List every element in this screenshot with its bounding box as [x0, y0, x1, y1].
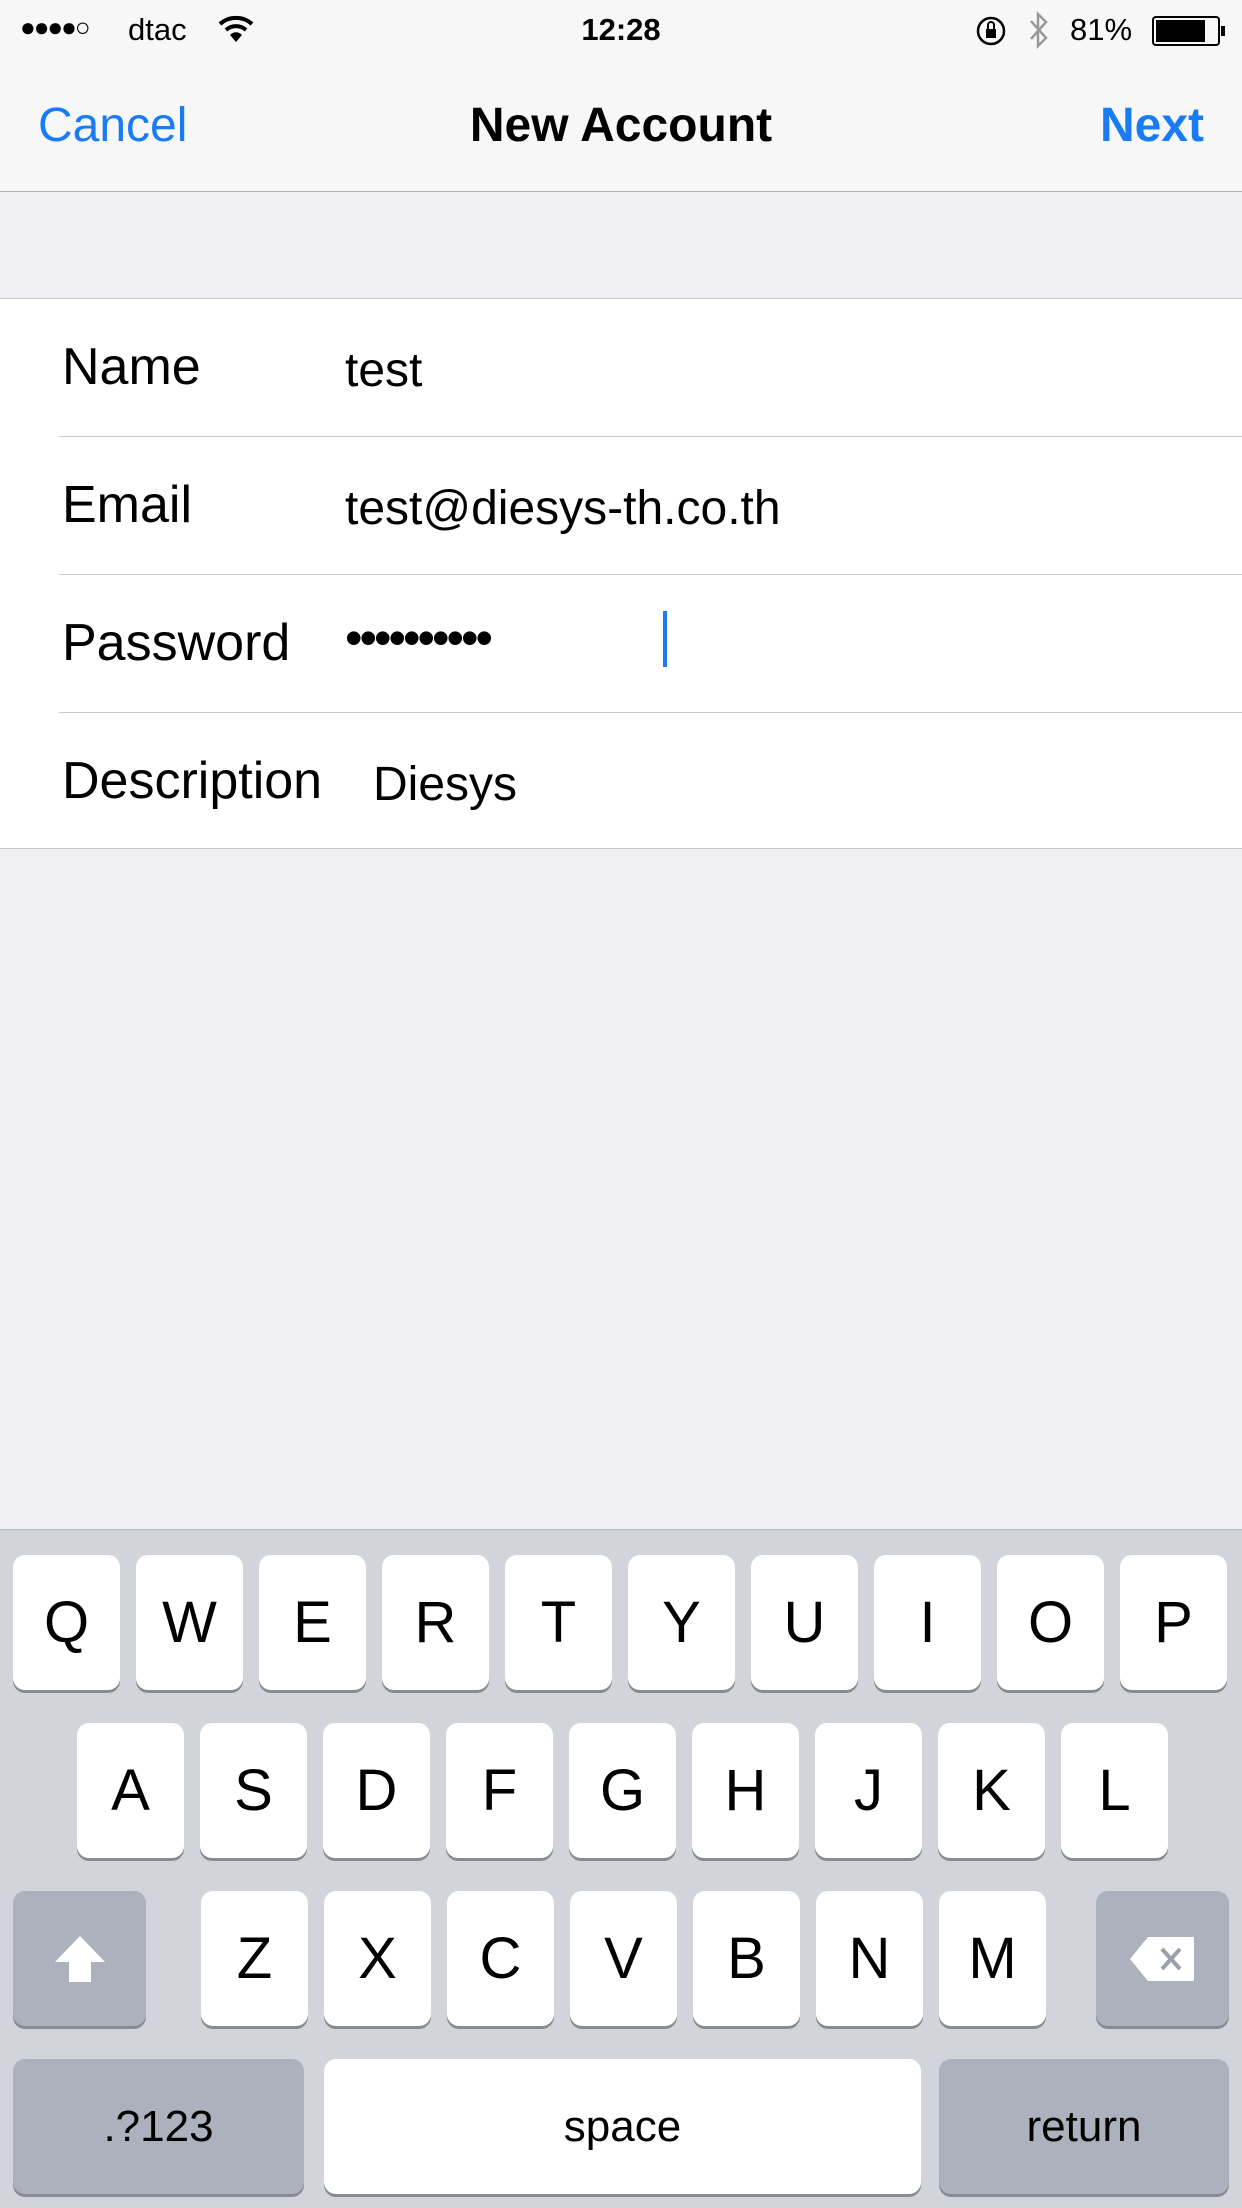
key-z[interactable]: Z — [201, 1891, 308, 2026]
email-label: Email — [62, 476, 193, 534]
shift-arrow-icon — [54, 1935, 105, 1982]
text-cursor — [663, 611, 667, 667]
key-f[interactable]: F — [446, 1723, 553, 1858]
next-button[interactable]: Next — [1100, 98, 1204, 153]
key-x[interactable]: X — [324, 1891, 431, 2026]
name-field[interactable]: test — [345, 343, 422, 398]
delete-key[interactable] — [1096, 1891, 1229, 2026]
keyboard: .?123 space return QWERTYUIOP ASDFGHJKL ZX… — [0, 1529, 1242, 2208]
name-row: Name test — [0, 299, 1242, 437]
key-d[interactable]: D — [323, 1723, 430, 1858]
return-key[interactable]: return — [939, 2059, 1229, 2194]
space-key[interactable]: space — [324, 2059, 921, 2194]
key-b[interactable]: B — [693, 1891, 800, 2026]
key-y[interactable]: Y — [628, 1555, 735, 1690]
key-o[interactable]: O — [997, 1555, 1104, 1690]
key-r[interactable]: R — [382, 1555, 489, 1690]
key-k[interactable]: K — [938, 1723, 1045, 1858]
page-title: New Account — [469, 99, 773, 152]
password-label: Password — [62, 614, 291, 672]
key-u[interactable]: U — [751, 1555, 858, 1690]
key-l[interactable]: L — [1061, 1723, 1168, 1858]
key-i[interactable]: I — [874, 1555, 981, 1690]
key-s[interactable]: S — [200, 1723, 307, 1858]
email-field[interactable]: test@diesys-th.co.th — [345, 481, 781, 536]
key-j[interactable]: J — [815, 1723, 922, 1858]
description-label: Description — [62, 752, 323, 810]
clock: 12:28 — [581, 12, 661, 47]
numbers-key[interactable]: .?123 — [13, 2059, 304, 2194]
key-m[interactable]: M — [939, 1891, 1046, 2026]
key-p[interactable]: P — [1120, 1555, 1227, 1690]
account-form: Name test Email test@diesys-th.co.th Pas… — [0, 298, 1242, 849]
key-a[interactable]: A — [77, 1723, 184, 1858]
name-label: Name — [62, 338, 201, 396]
key-v[interactable]: V — [570, 1891, 677, 2026]
battery-percent: 81% — [1070, 12, 1133, 47]
orientation-lock-icon — [976, 16, 1006, 46]
password-field[interactable]: •••••••••• — [345, 609, 493, 667]
battery-tip — [1221, 26, 1225, 36]
key-t[interactable]: T — [505, 1555, 612, 1690]
battery-icon — [1152, 16, 1220, 46]
bluetooth-icon — [1030, 10, 1048, 50]
description-field[interactable]: Diesys — [373, 757, 517, 812]
status-bar: ●●●●○ dtac 12:28 81% — [0, 0, 1242, 62]
backspace-icon — [1129, 1936, 1194, 1981]
key-g[interactable]: G — [569, 1723, 676, 1858]
navigation-bar: Cancel New Account Next — [0, 62, 1242, 192]
email-row: Email test@diesys-th.co.th — [0, 437, 1242, 575]
password-row: Password •••••••••• — [0, 575, 1242, 713]
key-c[interactable]: C — [447, 1891, 554, 2026]
key-e[interactable]: E — [259, 1555, 366, 1690]
key-n[interactable]: N — [816, 1891, 923, 2026]
key-q[interactable]: Q — [13, 1555, 120, 1690]
description-row: Description Diesys — [0, 713, 1242, 851]
key-h[interactable]: H — [692, 1723, 799, 1858]
key-w[interactable]: W — [136, 1555, 243, 1690]
shift-key[interactable] — [13, 1891, 146, 2026]
